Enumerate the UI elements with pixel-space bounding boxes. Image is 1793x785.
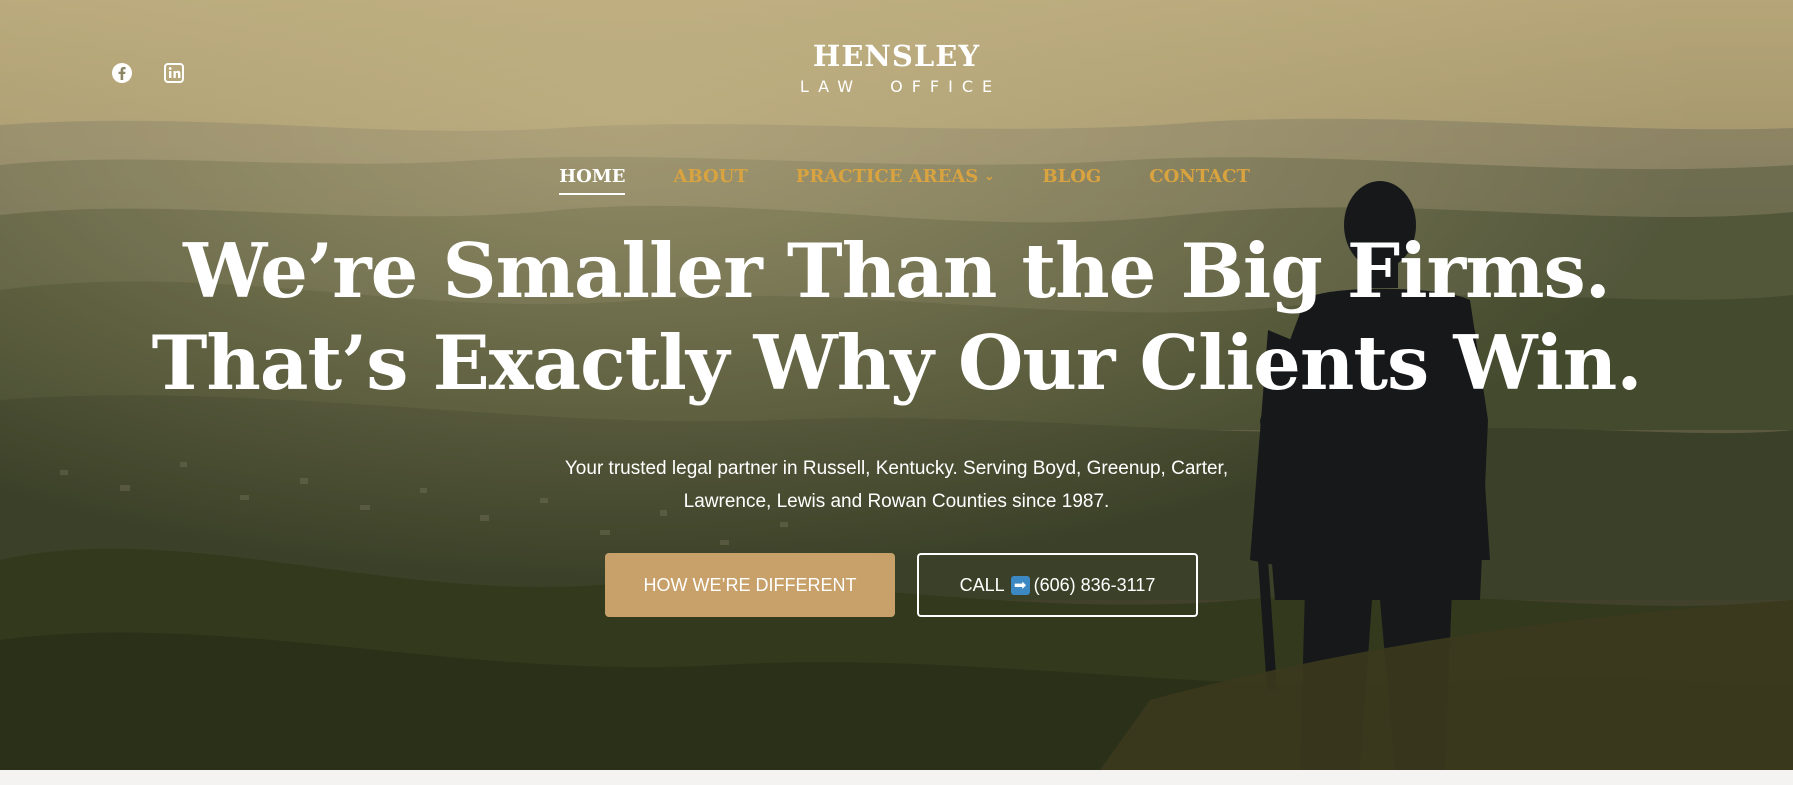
- subtitle-line-2: Lawrence, Lewis and Rowan Counties since…: [683, 491, 1110, 512]
- site-logo[interactable]: HENSLEY LAW OFFICE: [0, 38, 1793, 96]
- nav-item-practice-areas[interactable]: PRACTICE AREAS ⌄: [796, 166, 995, 195]
- nav-item-home[interactable]: HOME: [559, 166, 626, 195]
- nav-item-about[interactable]: ABOUT: [673, 166, 747, 195]
- headline-line-2: That’s Exactly Why Our Clients Win.: [151, 319, 1643, 407]
- logo-subtitle: LAW OFFICE: [799, 77, 1002, 96]
- right-arrow-icon: ➡: [1010, 575, 1030, 595]
- nav-item-practice-areas-label: PRACTICE AREAS: [795, 166, 979, 187]
- logo-name: HENSLEY: [812, 39, 981, 73]
- page-below-hero: [0, 770, 1793, 785]
- subtitle-line-1: Your trusted legal partner in Russell, K…: [564, 458, 1229, 479]
- nav-item-contact[interactable]: CONTACT: [1149, 166, 1250, 195]
- hero-headline: We’re Smaller Than the Big Firms. That’s…: [0, 225, 1793, 409]
- main-nav: HOME ABOUT PRACTICE AREAS ⌄ BLOG CONTACT: [0, 166, 1793, 195]
- call-number: (606) 836-3117: [1033, 574, 1156, 595]
- hero-cta-group: HOW WE’RE DIFFERENT CALL ➡ (606) 836-311…: [0, 553, 1793, 617]
- how-were-different-button[interactable]: HOW WE’RE DIFFERENT: [605, 553, 895, 617]
- chevron-down-icon: ⌄: [984, 169, 995, 183]
- hero-subtitle: Your trusted legal partner in Russell, K…: [0, 452, 1793, 518]
- call-button[interactable]: CALL ➡ (606) 836-3117: [917, 553, 1198, 617]
- nav-item-blog[interactable]: BLOG: [1042, 166, 1101, 195]
- hero-section: HENSLEY LAW OFFICE HOME ABOUT PRACTICE A…: [0, 0, 1793, 770]
- headline-line-1: We’re Smaller Than the Big Firms.: [183, 227, 1611, 315]
- call-label: CALL: [959, 574, 1005, 595]
